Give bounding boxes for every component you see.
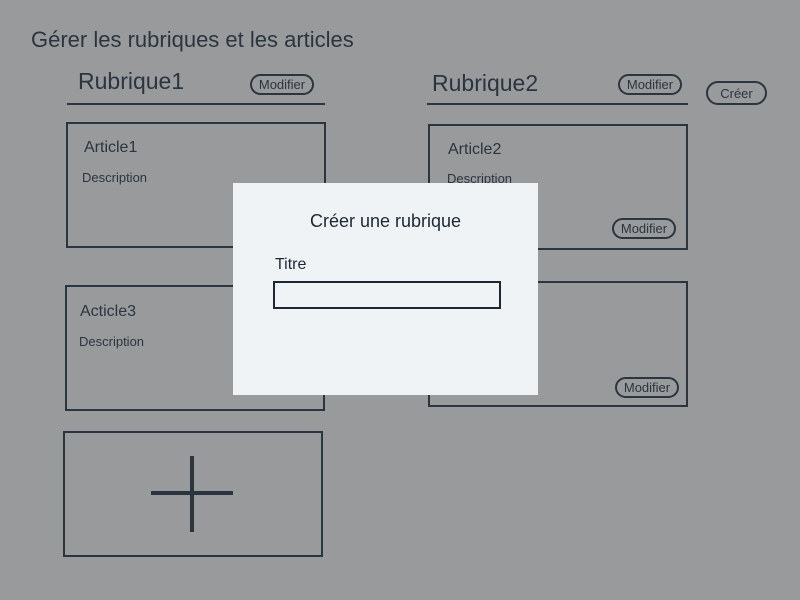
page-title: Gérer les rubriques et les articles — [31, 27, 354, 52]
column-divider — [427, 103, 688, 105]
add-article-button[interactable] — [63, 431, 323, 557]
edit-rubrique2-button[interactable]: Modifier — [618, 74, 682, 95]
column-divider — [67, 103, 325, 105]
edit-article-button[interactable]: Modifier — [615, 377, 679, 398]
article-description: Description — [82, 170, 148, 185]
article-description: Description — [79, 334, 145, 349]
dialog-title: Créer une rubrique — [309, 211, 462, 231]
title-field-label: Titre — [275, 256, 307, 273]
article-title: Article2 — [448, 141, 502, 158]
edit-rubrique1-button[interactable]: Modifier — [250, 74, 314, 95]
column-title-rubrique1: Rubrique1 — [78, 68, 185, 94]
title-input[interactable] — [273, 281, 501, 309]
column-title-rubrique2: Rubrique2 — [432, 70, 539, 96]
article-title: Acticle3 — [80, 303, 137, 320]
create-rubrique-dialog: Créer une rubrique Titre — [233, 183, 538, 395]
article-title: Article1 — [84, 139, 138, 156]
edit-article-button[interactable]: Modifier — [612, 218, 676, 239]
create-rubrique-button[interactable]: Créer — [706, 81, 767, 105]
plus-icon — [190, 456, 194, 532]
